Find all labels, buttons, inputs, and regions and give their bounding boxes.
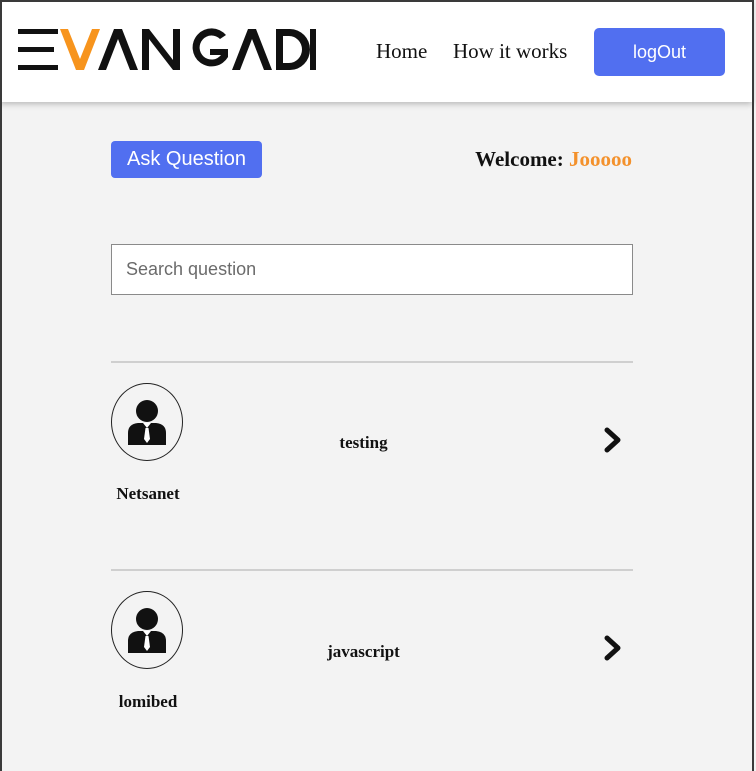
question-author: lomibed [118, 692, 178, 711]
nav-home-link[interactable]: Home [376, 39, 427, 64]
question-title[interactable]: testing [251, 433, 476, 453]
avatar [111, 383, 183, 461]
welcome-prefix: Welcome: [475, 147, 564, 171]
question-title[interactable]: javascript [251, 642, 476, 662]
evangadi-logo[interactable] [18, 27, 318, 73]
search-question-input[interactable] [111, 244, 633, 295]
question-divider [111, 569, 633, 571]
chevron-right-icon[interactable] [603, 635, 623, 661]
nav-how-it-works-link[interactable]: How it works [453, 39, 567, 64]
question-author: Netsanet [116, 484, 180, 503]
chevron-right-icon[interactable] [603, 427, 623, 453]
user-avatar-icon [128, 400, 166, 445]
question-row[interactable]: lomibed javascript [111, 591, 633, 731]
top-header: Home How it works logOut [0, 0, 752, 102]
logout-button[interactable]: logOut [594, 28, 725, 76]
welcome-message: Welcome: Jooooo [475, 147, 632, 172]
user-avatar-icon [128, 608, 166, 653]
welcome-username: Jooooo [569, 147, 632, 171]
question-divider [111, 361, 633, 363]
ask-question-button[interactable]: Ask Question [111, 141, 262, 178]
avatar [111, 591, 183, 669]
question-row[interactable]: Netsanet testing [111, 383, 633, 523]
